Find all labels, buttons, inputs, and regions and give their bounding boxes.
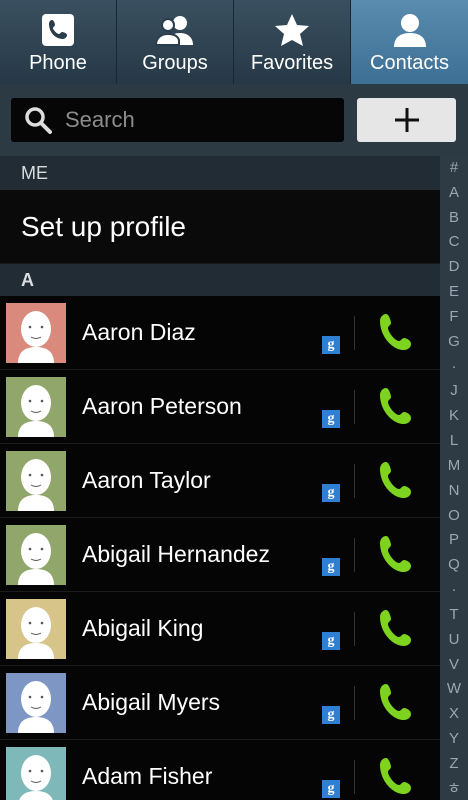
- contact-row[interactable]: Abigail Hernandez g: [0, 518, 440, 592]
- tab-label: Contacts: [370, 52, 449, 74]
- google-account-icon: g: [322, 484, 340, 502]
- avatar: [6, 450, 66, 511]
- index-letter[interactable]: ·: [452, 359, 457, 374]
- contact-row[interactable]: Abigail King g: [0, 592, 440, 666]
- contact-name: Abigail King: [82, 615, 204, 641]
- index-letter[interactable]: ㅎ: [447, 781, 461, 796]
- star-icon: [272, 10, 312, 50]
- divider: [354, 464, 355, 498]
- avatar: [6, 672, 66, 733]
- contact-row[interactable]: Adam Fisher g: [0, 740, 440, 800]
- call-icon[interactable]: [378, 460, 414, 500]
- tab-label: Favorites: [250, 52, 334, 74]
- avatar: [6, 524, 66, 585]
- index-letter[interactable]: J: [450, 383, 458, 398]
- index-letter[interactable]: Z: [449, 756, 458, 771]
- index-letter[interactable]: O: [448, 508, 460, 523]
- tab-bar: Phone Groups Favorites Contacts: [0, 0, 468, 84]
- alphabet-index-bar[interactable]: # A B C D E F G · J K L M N O P Q · T U V W X Y Z ㅎ: [440, 156, 468, 800]
- index-letter[interactable]: M: [448, 458, 461, 473]
- tab-groups[interactable]: Groups: [117, 0, 234, 84]
- avatar: [6, 376, 66, 437]
- index-letter[interactable]: C: [449, 234, 460, 249]
- add-contact-button[interactable]: [357, 98, 456, 142]
- divider: [354, 316, 355, 350]
- index-letter[interactable]: D: [449, 259, 460, 274]
- index-letter[interactable]: A: [449, 185, 459, 200]
- google-account-icon: g: [322, 706, 340, 724]
- search-icon: [25, 107, 52, 134]
- search-bar: [0, 84, 468, 156]
- search-input[interactable]: [63, 106, 327, 134]
- index-letter[interactable]: G: [448, 334, 460, 349]
- index-letter[interactable]: N: [449, 483, 460, 498]
- tab-phone[interactable]: Phone: [0, 0, 117, 84]
- contact-name: Adam Fisher: [82, 763, 213, 789]
- contact-list[interactable]: ME Set up profile A Aaron Diaz g Aaron P…: [0, 156, 440, 800]
- divider: [354, 612, 355, 646]
- index-letter[interactable]: W: [447, 681, 461, 696]
- index-letter[interactable]: K: [449, 408, 459, 423]
- index-letter[interactable]: E: [449, 284, 459, 299]
- contact-name: Aaron Diaz: [82, 319, 196, 345]
- contact-row[interactable]: Aaron Peterson g: [0, 370, 440, 444]
- avatar: [6, 302, 66, 363]
- plus-icon: [394, 108, 419, 132]
- index-letter[interactable]: P: [449, 532, 459, 547]
- search-box[interactable]: [11, 98, 344, 142]
- divider: [354, 390, 355, 424]
- call-icon[interactable]: [378, 534, 414, 574]
- avatar: [6, 746, 66, 800]
- contact-name: Aaron Taylor: [82, 467, 211, 493]
- avatar: [6, 598, 66, 659]
- call-icon[interactable]: [378, 682, 414, 722]
- contact-name: Abigail Hernandez: [82, 541, 270, 567]
- contact-name: Abigail Myers: [82, 689, 221, 715]
- divider: [354, 686, 355, 720]
- tab-favorites[interactable]: Favorites: [234, 0, 351, 84]
- section-header-a: A: [0, 264, 440, 296]
- index-letter[interactable]: Y: [449, 731, 459, 746]
- section-header-me: ME: [0, 156, 440, 190]
- google-account-icon: g: [322, 410, 340, 428]
- contact-row[interactable]: Aaron Taylor g: [0, 444, 440, 518]
- tab-label: Groups: [142, 52, 208, 74]
- call-icon[interactable]: [378, 386, 414, 426]
- index-letter[interactable]: T: [449, 607, 458, 622]
- index-letter[interactable]: #: [450, 160, 458, 175]
- call-icon[interactable]: [378, 756, 414, 796]
- index-letter[interactable]: V: [449, 657, 459, 672]
- index-letter[interactable]: ·: [452, 582, 457, 597]
- divider: [354, 538, 355, 572]
- groups-icon: [155, 10, 195, 50]
- google-account-icon: g: [322, 336, 340, 354]
- index-letter[interactable]: F: [449, 309, 458, 324]
- tab-contacts[interactable]: Contacts: [351, 0, 468, 84]
- index-letter[interactable]: L: [450, 433, 458, 448]
- contact-name: Aaron Peterson: [82, 393, 242, 419]
- contact-person-icon: [390, 10, 430, 50]
- google-account-icon: g: [322, 558, 340, 576]
- tab-label: Phone: [29, 52, 87, 74]
- google-account-icon: g: [322, 780, 340, 798]
- google-account-icon: g: [322, 632, 340, 650]
- phone-icon: [38, 10, 78, 50]
- divider: [354, 760, 355, 794]
- contact-row[interactable]: Aaron Diaz g: [0, 296, 440, 370]
- index-letter[interactable]: Q: [448, 557, 460, 572]
- index-letter[interactable]: B: [449, 210, 459, 225]
- index-letter[interactable]: X: [449, 706, 459, 721]
- contact-row[interactable]: Abigail Myers g: [0, 666, 440, 740]
- index-letter[interactable]: U: [449, 632, 460, 647]
- setup-profile-item[interactable]: Set up profile: [0, 190, 440, 264]
- call-icon[interactable]: [378, 312, 414, 352]
- call-icon[interactable]: [378, 608, 414, 648]
